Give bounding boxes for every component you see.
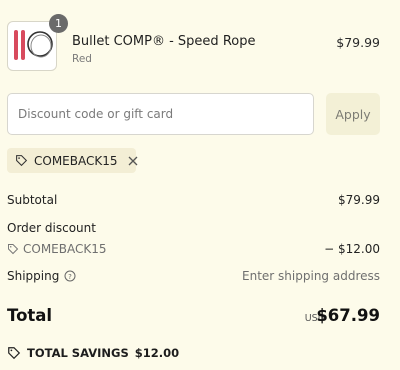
order-discount-label: Order discount (7, 221, 96, 235)
subtotal-value: $79.99 (338, 193, 380, 207)
total-savings-value: $12.00 (134, 346, 180, 360)
quantity-badge: 1 (49, 14, 68, 33)
discount-value: − $12.00 (324, 242, 380, 256)
total-savings-label: TOTAL SAVINGS (27, 346, 129, 360)
tag-icon (7, 243, 19, 255)
tag-icon (7, 346, 21, 360)
product-price: $79.99 (336, 35, 380, 50)
apply-button[interactable]: Apply (326, 93, 380, 135)
total-label: Total (7, 306, 53, 325)
subtotal-label: Subtotal (7, 193, 58, 207)
applied-discount-chip: COMEBACK15 (7, 148, 138, 173)
total-amount: $67.99 (316, 306, 380, 325)
shipping-row: Shipping ? (7, 269, 76, 283)
info-icon[interactable]: ? (64, 270, 76, 282)
discount-code-row: COMEBACK15 (7, 242, 107, 256)
discount-code-text: COMEBACK15 (23, 242, 107, 256)
tag-icon (15, 154, 28, 167)
shipping-label: Shipping (7, 269, 60, 283)
applied-discount-code: COMEBACK15 (34, 153, 118, 168)
close-icon[interactable] (128, 156, 138, 166)
svg-text:?: ? (69, 273, 73, 281)
total-savings-row: TOTAL SAVINGS $12.00 (7, 346, 179, 360)
product-name: Bullet COMP® - Speed Rope (72, 34, 256, 49)
shipping-value: Enter shipping address (242, 269, 380, 283)
speed-rope-image (14, 30, 53, 60)
discount-code-input[interactable] (7, 93, 314, 135)
product-variant: Red (72, 53, 92, 65)
